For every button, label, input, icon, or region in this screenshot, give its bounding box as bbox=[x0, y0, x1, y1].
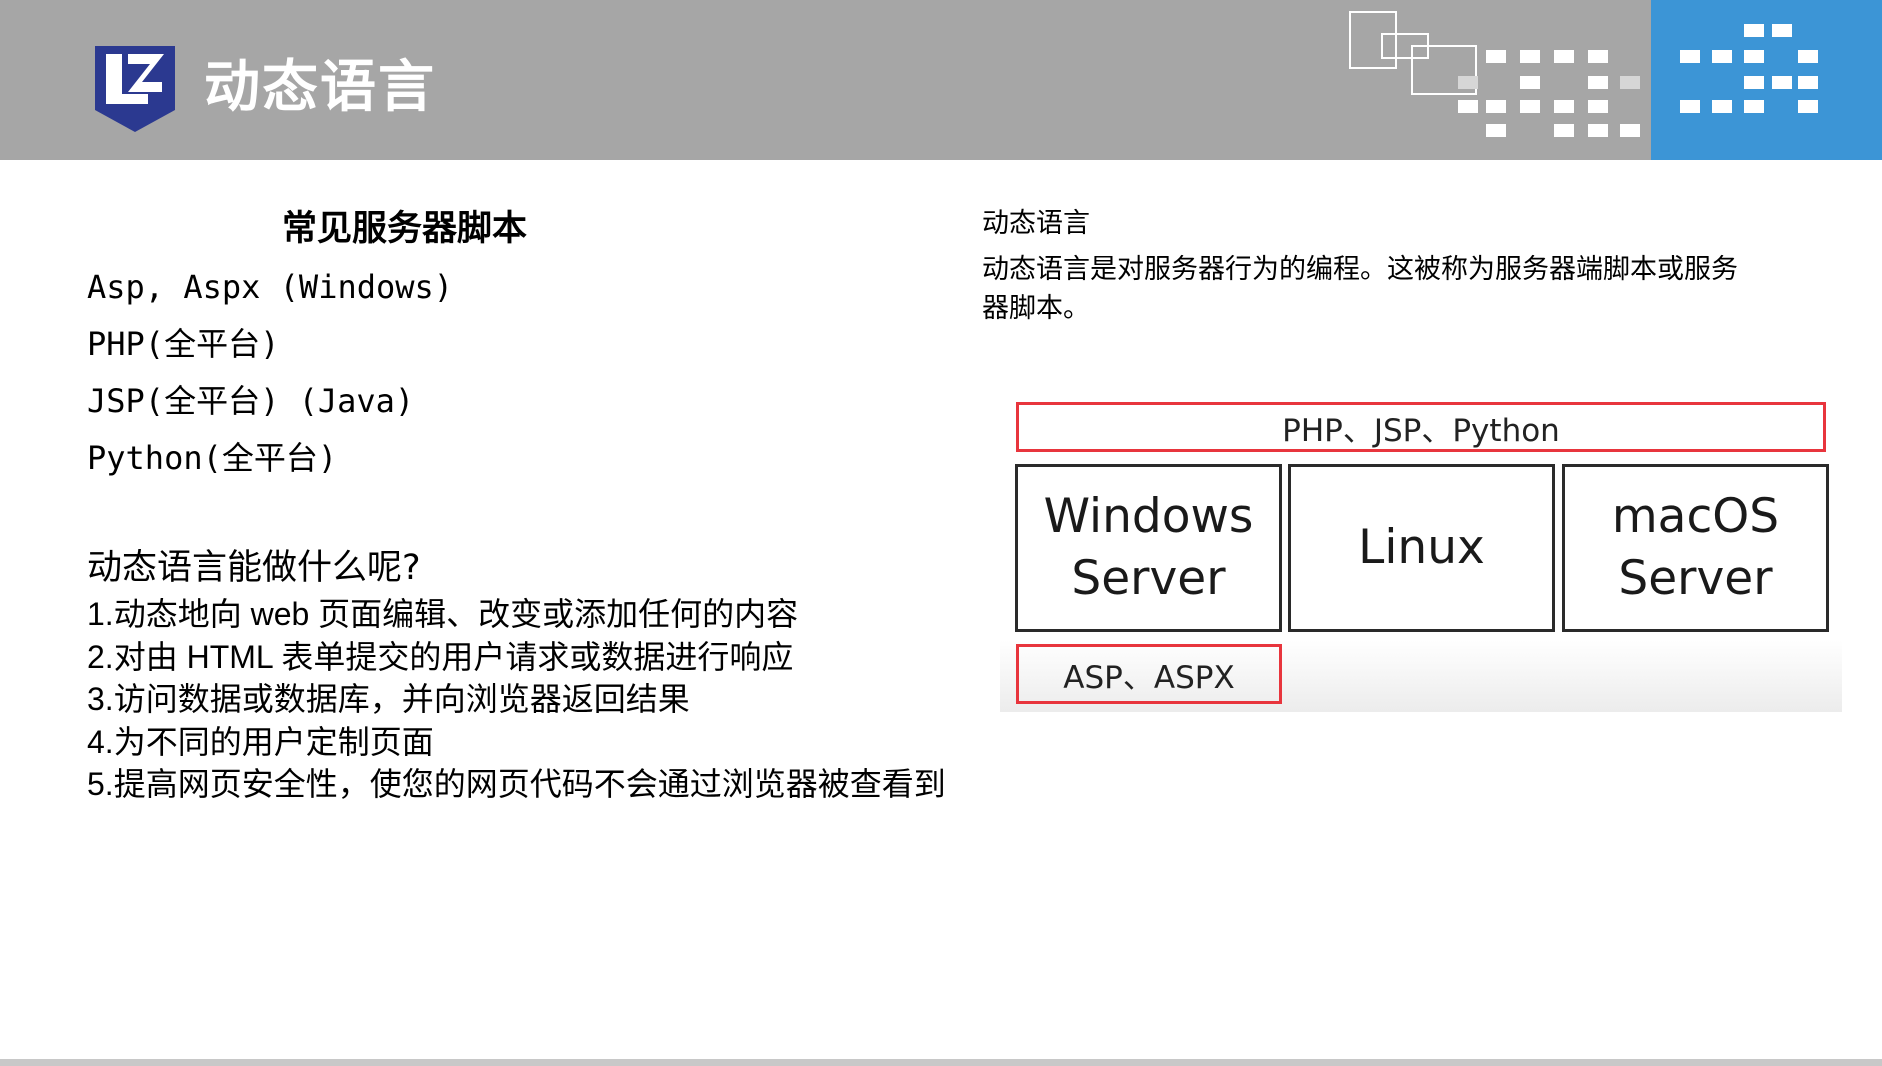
capabilities-list: 1.动态地向 web 页面编辑、改变或添加任何的内容 2.对由 HTML 表单提… bbox=[87, 593, 946, 806]
os-name-line2: Server bbox=[1618, 551, 1773, 606]
list-item: Python(全平台) bbox=[87, 439, 338, 477]
definition-title: 动态语言 bbox=[982, 208, 1090, 239]
platform-diagram: PHP、JSP、Python Windows Server Linux macO… bbox=[1000, 386, 1842, 712]
list-item: 4.为不同的用户定制页面 bbox=[87, 723, 434, 760]
cross-platform-languages-bar: PHP、JSP、Python bbox=[1016, 402, 1826, 452]
logo-icon bbox=[95, 46, 175, 132]
list-item: PHP(全平台) bbox=[87, 325, 280, 363]
windows-server-box: Windows Server bbox=[1015, 464, 1282, 632]
list-item: JSP(全平台) (Java) bbox=[87, 382, 415, 420]
list-item: 1.动态地向 web 页面编辑、改变或添加任何的内容 bbox=[87, 596, 799, 632]
macos-server-box: macOS Server bbox=[1562, 464, 1829, 632]
list-item: 3.访问数据或数据库，并向浏览器返回结果 bbox=[87, 681, 690, 717]
scripts-heading: 常见服务器脚本 bbox=[282, 209, 528, 249]
list-item: Asp, Aspx (Windows) bbox=[87, 268, 454, 306]
page-title: 动态语言 bbox=[204, 55, 436, 120]
os-name-line1: macOS bbox=[1611, 489, 1780, 544]
os-name-line2: Server bbox=[1071, 551, 1226, 606]
list-item: 5.提高网页安全性，使您的网页代码不会通过浏览器被查看到 bbox=[87, 766, 946, 802]
server-script-list: Asp, Aspx (Windows) PHP(全平台) JSP(全平台) (J… bbox=[87, 264, 453, 492]
linux-box: Linux bbox=[1288, 464, 1555, 632]
decorative-squares bbox=[1349, 11, 1818, 137]
footer-divider bbox=[0, 1059, 1882, 1066]
os-name-line1: Linux bbox=[1358, 520, 1485, 575]
windows-only-languages-bar: ASP、ASPX bbox=[1016, 644, 1282, 704]
capabilities-question: 动态语言能做什么呢? bbox=[87, 548, 421, 588]
list-item: 2.对由 HTML 表单提交的用户请求或数据进行响应 bbox=[87, 638, 794, 675]
definition-text: 动态语言是对服务器行为的编程。这被称为服务器端脚本或服务器脚本。 bbox=[982, 254, 1738, 324]
os-name-line1: Windows bbox=[1043, 489, 1254, 544]
header-bar: 动态语言 bbox=[0, 0, 1882, 160]
